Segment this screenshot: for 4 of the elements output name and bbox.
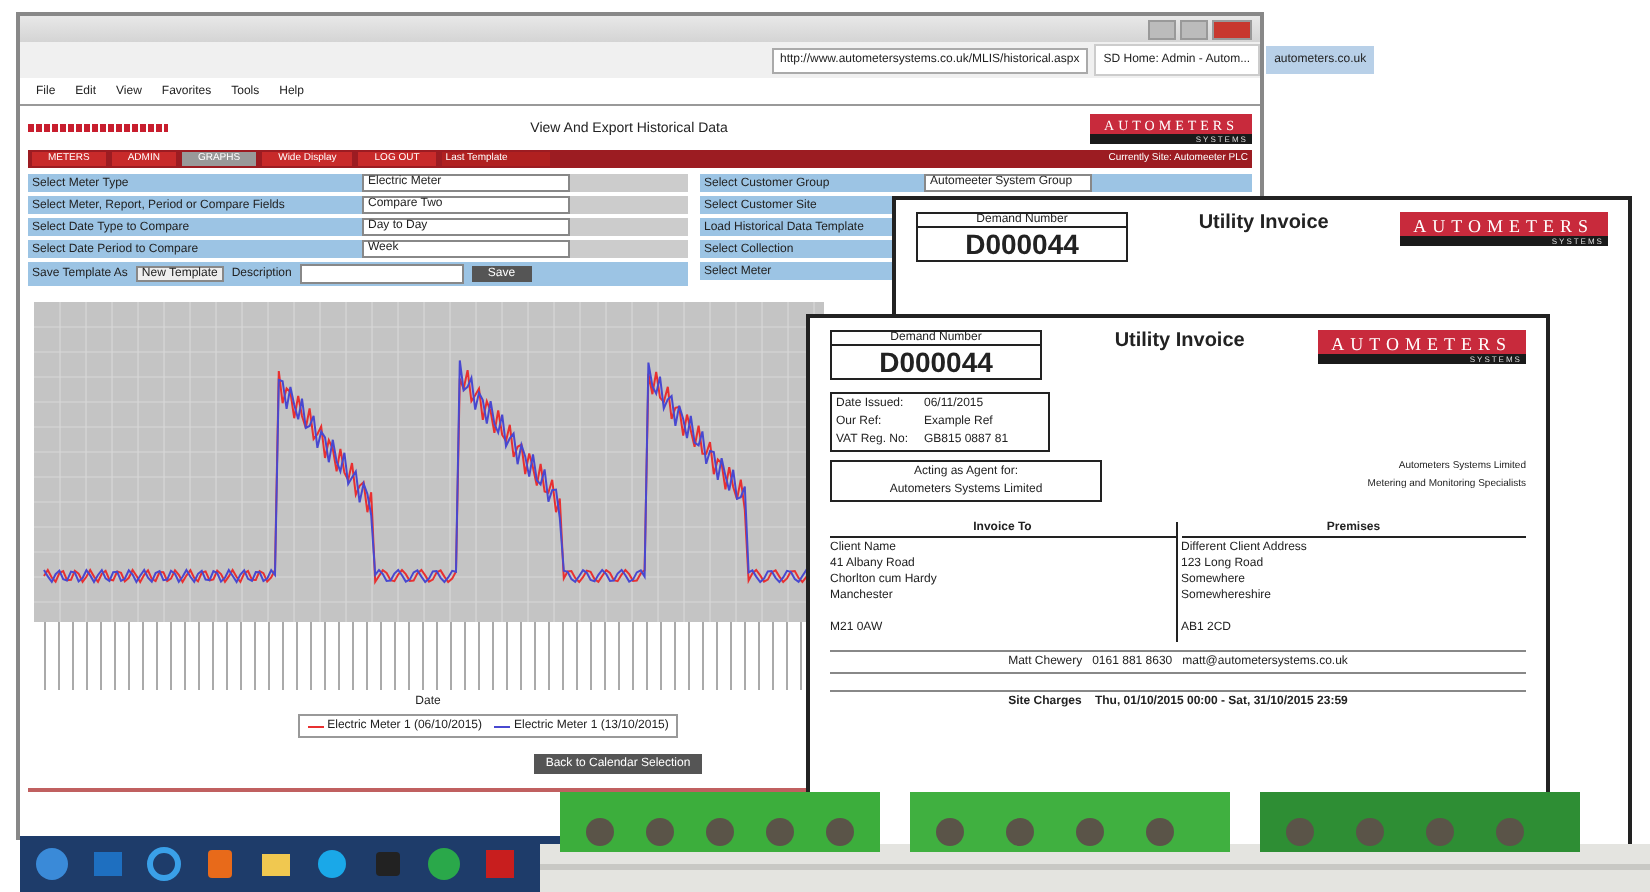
demand-number: D000044 [963, 228, 1081, 260]
demand-number: D000044 [877, 346, 995, 378]
invoice-title: Utility Invoice [1114, 330, 1245, 352]
invoice-title: Utility Invoice [1198, 212, 1329, 234]
